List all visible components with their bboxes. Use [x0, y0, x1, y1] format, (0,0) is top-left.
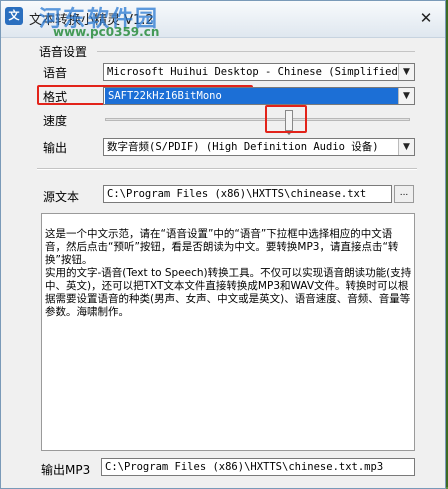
source-path-input[interactable]: C:\Program Files (x86)\HXTTS\chinease.tx…: [103, 185, 392, 203]
format-label: 格式: [43, 90, 68, 104]
output-label: 输出: [43, 141, 68, 155]
format-select-value: SAFT22kHz16BitMono: [105, 88, 399, 104]
app-icon: 文: [5, 7, 23, 25]
section-divider: [37, 168, 417, 170]
text-editor[interactable]: 这是一个中文示范，请在“语音设置”中的“语音”下拉框中选择相应的中文语音，然后点…: [41, 213, 415, 451]
group-divider: [97, 51, 415, 52]
close-button[interactable]: ✕: [415, 9, 437, 27]
title-bar[interactable]: 文 文本转换小精灵 V1.2 ✕ 河东软件园 www.pc0359.cn: [1, 1, 445, 39]
output-device-select[interactable]: 数字音频(S/PDIF) (High Definition Audio 设备) …: [103, 138, 415, 156]
watermark-url: www.pc0359.cn: [53, 25, 160, 39]
output-device-value: 数字音频(S/PDIF) (High Definition Audio 设备): [107, 141, 379, 153]
voice-label: 语音: [43, 66, 68, 80]
format-select[interactable]: SAFT22kHz16BitMono ▼: [103, 87, 415, 105]
chevron-down-icon[interactable]: ▼: [398, 64, 414, 80]
app-window: 文 文本转换小精灵 V1.2 ✕ 河东软件园 www.pc0359.cn 语音设…: [0, 0, 446, 489]
voice-select[interactable]: Microsoft Huihui Desktop - Chinese (Simp…: [103, 63, 415, 81]
browse-button[interactable]: ...: [394, 185, 414, 203]
source-text-label: 源文本: [43, 190, 80, 204]
voice-settings-group-label: 语音设置: [39, 45, 88, 59]
speed-slider-track[interactable]: [105, 118, 410, 121]
chevron-down-icon[interactable]: ▼: [398, 139, 414, 155]
speed-label: 速度: [43, 114, 68, 128]
output-mp3-label: 输出MP3: [41, 463, 91, 477]
chevron-down-icon[interactable]: ▼: [398, 88, 414, 104]
speed-highlight-annotation: [265, 105, 307, 133]
voice-select-value: Microsoft Huihui Desktop - Chinese (Simp…: [107, 66, 405, 78]
output-mp3-path-input[interactable]: C:\Program Files (x86)\HXTTS\chinese.txt…: [101, 458, 415, 476]
